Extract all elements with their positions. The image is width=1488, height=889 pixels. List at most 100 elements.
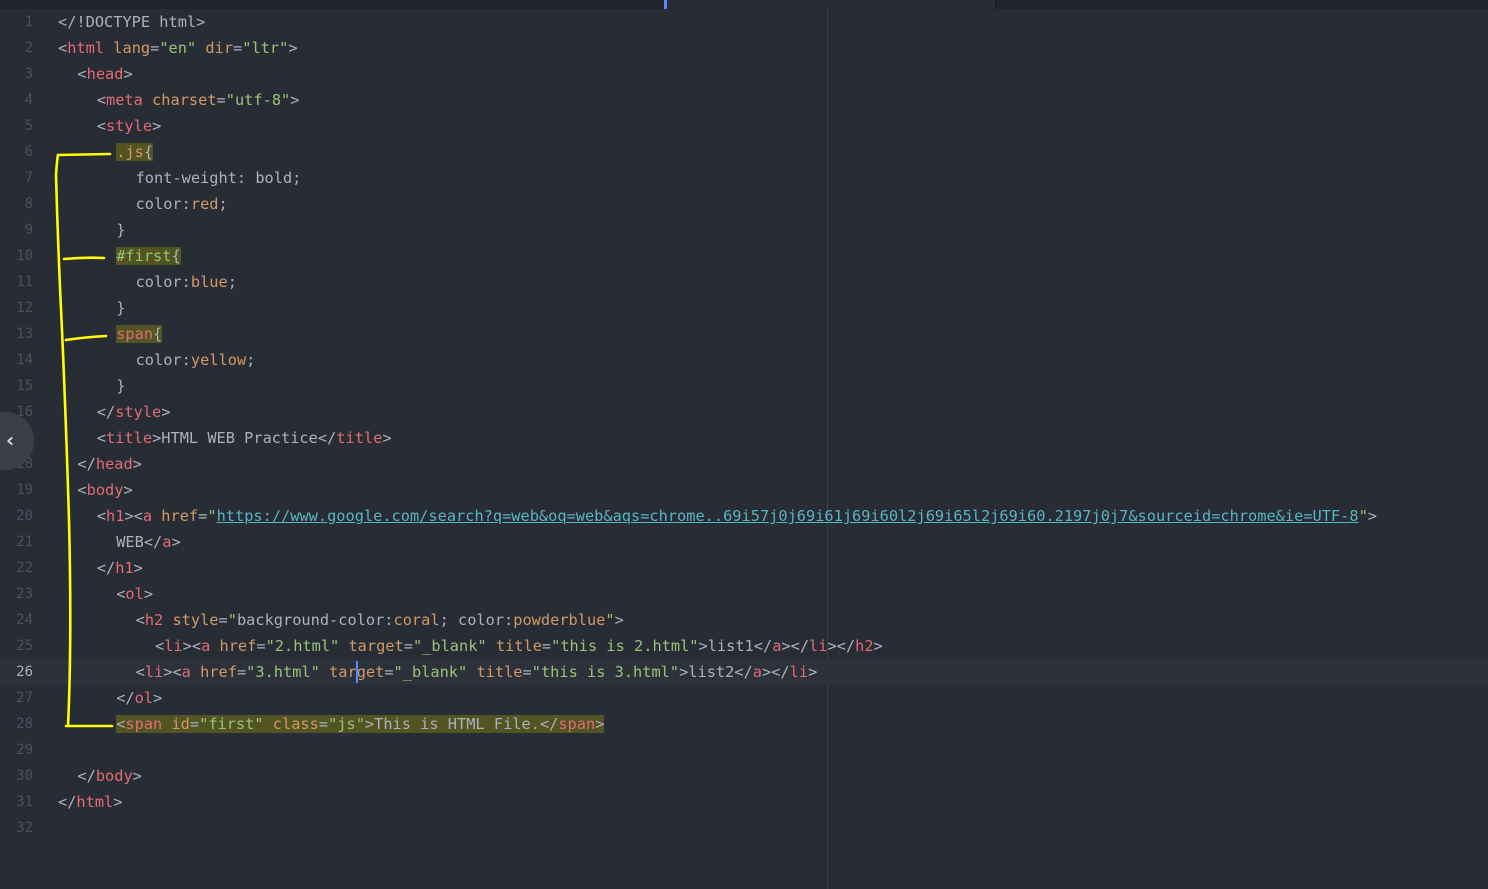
code-token: > — [614, 611, 624, 629]
code-token: li — [809, 637, 828, 655]
code-token: html — [76, 793, 114, 811]
code-line[interactable]: 16 </style> — [0, 399, 1488, 425]
code-line[interactable]: 9} — [0, 217, 1488, 243]
code-token: > — [123, 65, 133, 83]
code-token: style — [106, 117, 153, 135]
code-token: > — [1367, 507, 1377, 525]
code-token: href — [161, 507, 199, 525]
code-line[interactable]: 1 </!DOCTYPE html> — [0, 9, 1488, 35]
line-number: 29 — [16, 742, 33, 758]
code-line[interactable]: 20 <h1><a href="https://www.google.com/se… — [0, 503, 1488, 529]
code-token: < — [155, 637, 165, 655]
code-token: a — [752, 663, 762, 681]
code-line[interactable]: 6 .js{ — [0, 139, 1488, 165]
line-number: 1 — [24, 14, 33, 30]
code-line[interactable]: 12} — [0, 295, 1488, 321]
code-token: red — [190, 195, 219, 213]
code-line[interactable]: 10 #first{ — [0, 243, 1488, 269]
text-cursor — [356, 661, 358, 683]
code-line[interactable]: 28 <span id="first" class="js">This is HT… — [0, 711, 1488, 737]
code-line[interactable]: 25 <li><a href="2.html" target="_blank" t… — [0, 633, 1488, 659]
code-text: <style> — [97, 113, 162, 139]
code-token: background-color: — [236, 611, 394, 629]
code-line[interactable]: 5 <style> — [0, 113, 1488, 139]
code-token: </ — [77, 767, 96, 785]
code-line[interactable]: 17<title>HTML WEB Practice</title> — [0, 425, 1488, 451]
code-text: <span id="first" class="js">This is HTML… — [116, 711, 605, 737]
line-number: 24 — [16, 612, 33, 628]
code-text: </body> — [77, 763, 141, 789]
code-token: li — [164, 637, 183, 655]
code-token: > — [132, 767, 142, 785]
code-token: >This is HTML File.</ — [364, 715, 559, 733]
code-line[interactable]: 15} — [0, 373, 1488, 399]
code-line[interactable]: 23 <ol> — [0, 581, 1488, 607]
code-token: < — [96, 507, 107, 525]
code-line[interactable]: 18 </head> — [0, 451, 1488, 477]
tab-active[interactable] — [665, 0, 995, 9]
line-number: 4 — [24, 92, 33, 108]
code-line[interactable]: 24 <h2 style="background-color:coral; col… — [0, 607, 1488, 633]
code-token: "utf-8" — [225, 91, 291, 109]
code-text: </html> — [58, 789, 122, 815]
code-token: color: — [135, 195, 191, 213]
code-token: = — [150, 39, 160, 57]
line-number: 10 — [16, 248, 33, 264]
code-line[interactable]: 2 <html lang="en" dir="ltr"> — [0, 35, 1488, 61]
line-number: 8 — [24, 196, 33, 212]
code-token: < — [135, 611, 145, 629]
code-token: >list2</ — [679, 663, 753, 681]
code-line[interactable]: 14 color:yellow; — [0, 347, 1488, 373]
code-line[interactable]: 26<li><a href="3.html" target="_blank" t… — [0, 659, 1488, 685]
code-editor[interactable]: 1 </!DOCTYPE html> 2 <html lang="en" dir="l… — [0, 9, 1488, 879]
code-line[interactable]: 32 — [0, 815, 1488, 841]
tab-inactive[interactable] — [0, 0, 665, 9]
code-token: title — [495, 637, 542, 655]
code-line[interactable]: 30 </body> — [0, 763, 1488, 789]
line-number: 25 — [16, 638, 33, 654]
code-token: > — [161, 403, 171, 421]
code-line[interactable]: 22 </h1> — [0, 555, 1488, 581]
code-token: " — [605, 611, 615, 629]
code-token: title — [106, 429, 153, 447]
code-line[interactable]: 8 color:red; — [0, 191, 1488, 217]
code-token: < — [96, 429, 107, 447]
code-token: color: — [135, 273, 191, 291]
code-token: "js" — [328, 715, 365, 733]
code-text: </h1> — [97, 555, 143, 581]
code-token: h2 — [855, 637, 874, 655]
code-token: > — [382, 429, 392, 447]
code-line[interactable]: 3 <head> — [0, 61, 1488, 87]
code-text: <body> — [77, 477, 132, 503]
code-token: = — [198, 507, 208, 525]
code-token: " — [207, 507, 217, 525]
line-number: 22 — [16, 560, 33, 576]
code-token: .js — [116, 143, 144, 161]
code-token: > — [808, 663, 818, 681]
code-text: span{ — [116, 321, 163, 347]
code-line[interactable]: 27 </ol> — [0, 685, 1488, 711]
marker-highlight: #first{ — [116, 247, 181, 265]
code-line[interactable]: 13 span{ — [0, 321, 1488, 347]
code-text: <meta charset="utf-8"> — [97, 87, 300, 113]
code-text: color:yellow; — [136, 347, 256, 373]
code-token: = — [218, 611, 228, 629]
code-text: <li><a href="3.html" target="_blank" tit… — [136, 659, 818, 685]
code-line[interactable]: 4 <meta charset="utf-8"> — [0, 87, 1488, 113]
code-token: >list1</ — [698, 637, 773, 655]
code-line[interactable]: 21 WEB</a> — [0, 529, 1488, 555]
code-line[interactable]: 7 font-weight: bold; — [0, 165, 1488, 191]
code-line[interactable]: 11 color:blue; — [0, 269, 1488, 295]
code-line[interactable]: 31 </html> — [0, 789, 1488, 815]
code-token: > — [595, 715, 605, 733]
code-line[interactable]: 29 — [0, 737, 1488, 763]
code-token: ></ — [781, 637, 810, 655]
code-token: > — [153, 689, 163, 707]
code-token: < — [96, 91, 107, 109]
code-line[interactable]: 19 <body> — [0, 477, 1488, 503]
code-text: WEB</a> — [116, 529, 181, 555]
tab-inactive[interactable] — [995, 0, 1488, 9]
